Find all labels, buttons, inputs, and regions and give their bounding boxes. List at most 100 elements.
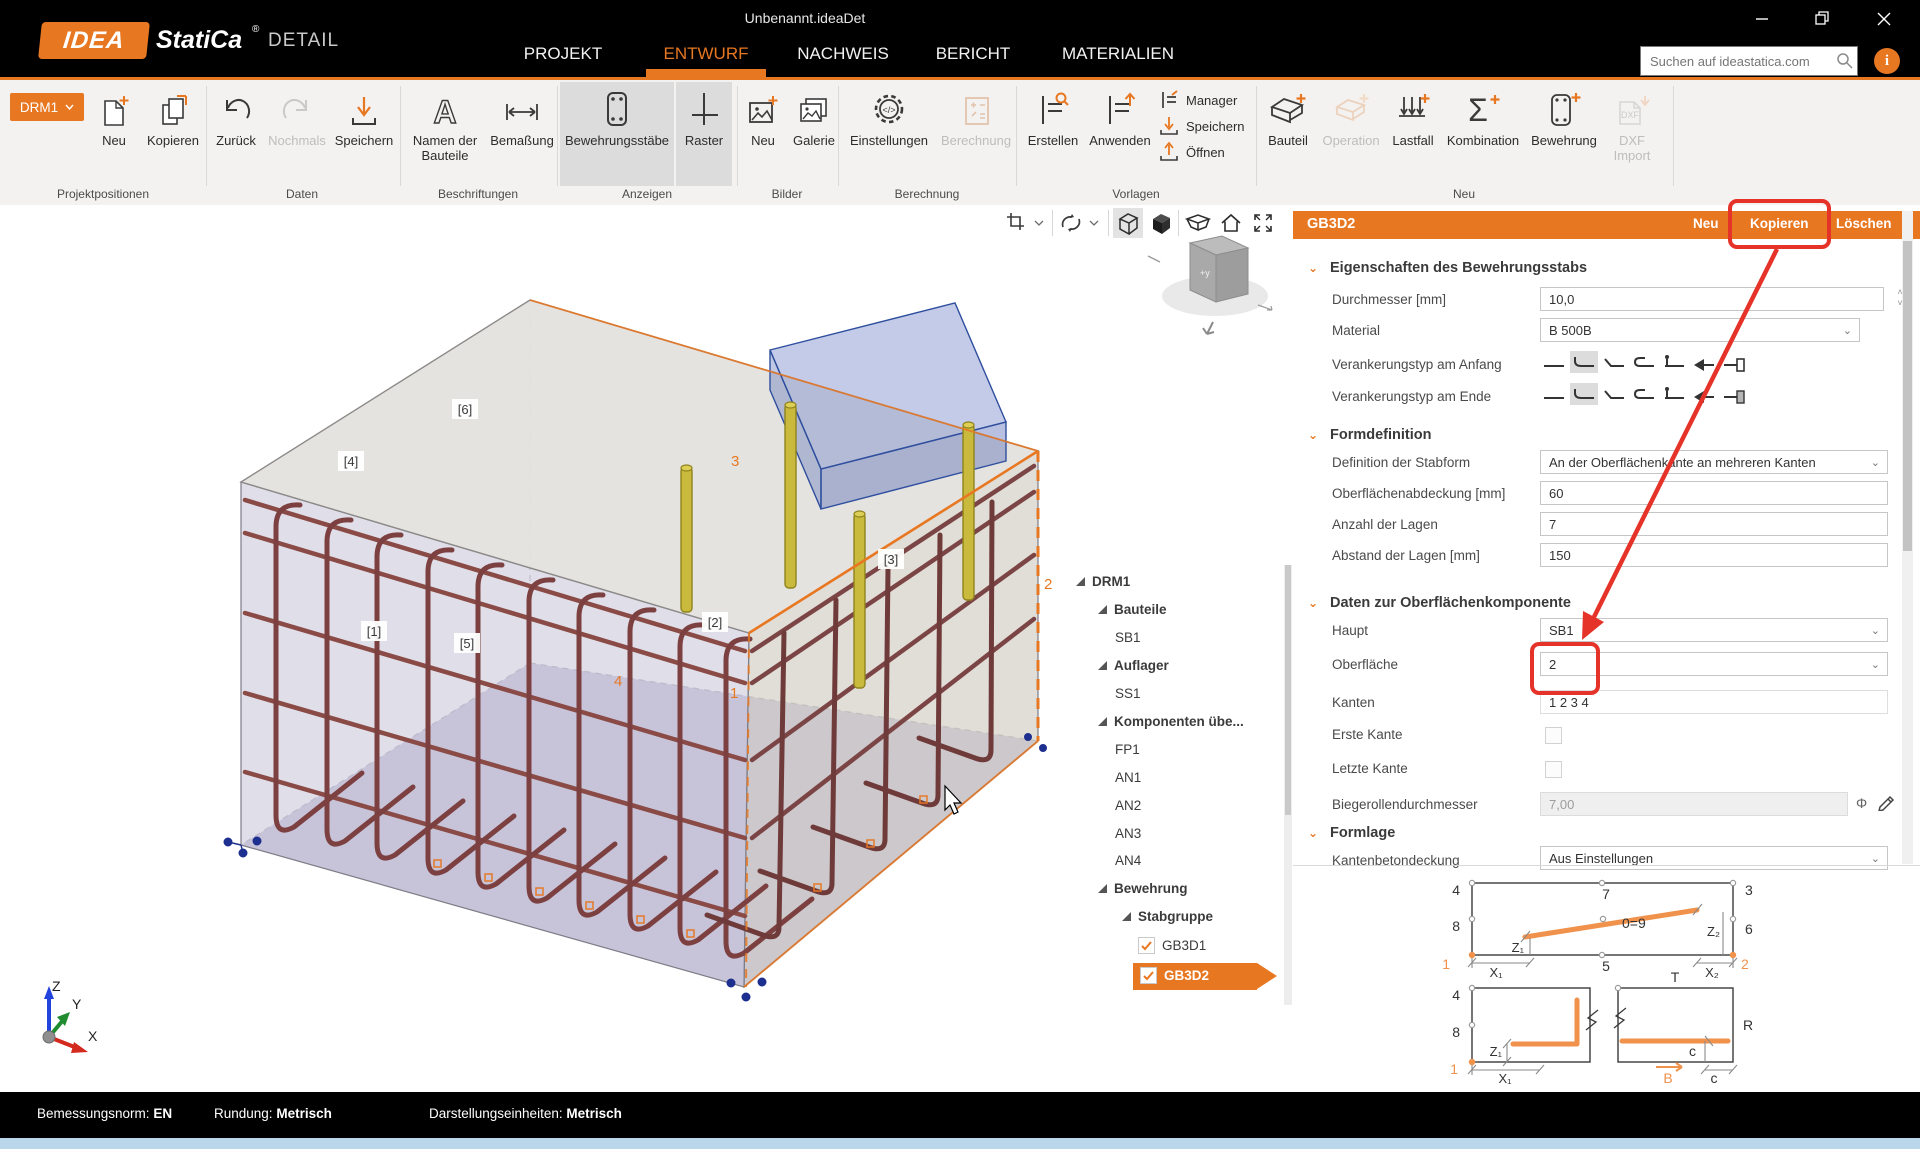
checkbox-checked[interactable]	[1138, 937, 1155, 954]
anchor-plate-icon[interactable]	[1720, 351, 1748, 373]
abstand-input[interactable]: 150	[1540, 543, 1888, 567]
anzahl-input[interactable]: 7	[1540, 512, 1888, 536]
haupt-select[interactable]: SB1 ⌄	[1540, 618, 1888, 642]
material-select[interactable]: B 500B ⌄	[1540, 318, 1860, 342]
template-open-button[interactable]: Öffnen	[1158, 140, 1225, 164]
settings-button[interactable]: </> Einstellungen	[844, 84, 934, 180]
expander-icon[interactable]	[1076, 577, 1085, 586]
calculation-button[interactable]: Berechnung	[938, 84, 1014, 180]
gallery-button[interactable]: Galerie	[786, 84, 842, 180]
copy-position-button[interactable]: Kopieren	[140, 84, 206, 180]
project-position-selector[interactable]: DRM1	[10, 93, 84, 121]
erste-kante-checkbox[interactable]	[1545, 727, 1562, 744]
expander-icon[interactable]	[1098, 661, 1107, 670]
kanten-value[interactable]: 1 2 3 4	[1540, 690, 1888, 714]
viewport-3d[interactable]: 3 2 4 1 [6] [4] [3] [1] [5] [2] +y Z Y X…	[0, 205, 1294, 1092]
minimize-button[interactable]	[1742, 6, 1782, 32]
tab-nachweis[interactable]: NACHWEIS	[797, 38, 889, 70]
tree-item-gb3d1[interactable]: GB3D1	[1138, 937, 1206, 954]
dimension-button[interactable]: Bemaßung	[488, 84, 556, 180]
tree-item-an1[interactable]: AN1	[1115, 770, 1141, 785]
new-position-button[interactable]: Neu	[88, 84, 140, 180]
tree-scrollbar[interactable]	[1284, 565, 1292, 1005]
anchor-foot-icon[interactable]	[1660, 383, 1688, 405]
anchor-hook-up-icon[interactable]	[1570, 351, 1598, 373]
tree-item-bauteile[interactable]: Bauteile	[1098, 602, 1167, 617]
navigation-cube[interactable]: +y	[1147, 235, 1273, 335]
abdeckung-input[interactable]: 60	[1540, 481, 1888, 505]
tree-item-an3[interactable]: AN3	[1115, 826, 1141, 841]
anchor-hook-180-icon[interactable]	[1630, 351, 1658, 373]
search-input[interactable]	[1641, 52, 1833, 70]
tree-item-auflager[interactable]: Auflager	[1098, 658, 1169, 673]
expander-icon[interactable]	[1098, 605, 1107, 614]
panel-scrollbar-thumb[interactable]	[1903, 241, 1912, 551]
new-combination-button[interactable]: Σ Kombination	[1442, 84, 1524, 180]
tab-bericht[interactable]: BERICHT	[936, 38, 1011, 70]
anchor-hook-180-icon[interactable]	[1630, 383, 1658, 405]
anchor-straight-icon[interactable]	[1540, 351, 1568, 373]
new-operation-button[interactable]: Operation	[1318, 84, 1384, 180]
tree-scrollbar-thumb[interactable]	[1285, 565, 1291, 815]
tree-item-fp1[interactable]: FP1	[1115, 742, 1140, 757]
new-member-button[interactable]: Bauteil	[1260, 84, 1316, 180]
tab-projekt[interactable]: PROJEKT	[524, 38, 602, 70]
new-image-button[interactable]: Neu	[740, 84, 786, 180]
checkbox-checked[interactable]	[1140, 967, 1157, 984]
info-button[interactable]: i	[1874, 48, 1900, 74]
panel-new-button[interactable]: Neu	[1693, 216, 1719, 231]
anchor-welded-icon[interactable]	[1690, 351, 1718, 373]
svg-text:c: c	[1689, 1043, 1696, 1059]
anchor-hook-45-icon[interactable]	[1600, 351, 1628, 373]
tree-item-sb1[interactable]: SB1	[1115, 630, 1141, 645]
tree-item-stabgruppe[interactable]: Stabgruppe	[1122, 909, 1213, 924]
oberflaeche-select[interactable]: 2 ⌄	[1540, 652, 1888, 676]
panel-copy-button[interactable]: Kopieren	[1750, 216, 1809, 231]
redo-button[interactable]: Nochmals	[262, 84, 332, 180]
close-button[interactable]	[1864, 6, 1904, 32]
tree-item-ss1[interactable]: SS1	[1115, 686, 1141, 701]
kantenbeton-select[interactable]: Aus Einstellungen ⌄	[1540, 846, 1888, 870]
section-formdefinition[interactable]: ⌄ Formdefinition	[1308, 427, 1432, 443]
new-reinforcement-button[interactable]: Bewehrung	[1526, 84, 1602, 180]
tree-item-an2[interactable]: AN2	[1115, 798, 1141, 813]
expander-icon[interactable]	[1098, 717, 1107, 726]
section-oberflaechenkomponente[interactable]: ⌄ Daten zur Oberflächenkomponente	[1308, 595, 1571, 611]
section-eigenschaften[interactable]: ⌄ Eigenschaften des Bewehrungsstabs	[1308, 260, 1587, 276]
show-rebar-toggle[interactable]: Bewehrungsstäbe	[560, 82, 674, 186]
tree-item-gb3d2[interactable]: GB3D2	[1140, 967, 1209, 984]
member-names-button[interactable]: A Namen der Bauteile	[404, 84, 486, 180]
anchor-welded-icon[interactable]	[1690, 383, 1718, 405]
template-save-button[interactable]: Speichern	[1158, 114, 1245, 138]
anchor-hook-up-icon[interactable]	[1570, 383, 1598, 405]
tab-entwurf[interactable]: ENTWURF	[664, 38, 749, 70]
stabform-select[interactable]: An der Oberflächenkante an mehreren Kant…	[1540, 450, 1888, 474]
search-box[interactable]	[1640, 46, 1858, 76]
maximize-button[interactable]	[1802, 6, 1842, 32]
tree-item-drm1[interactable]: DRM1	[1076, 574, 1130, 589]
tree-item-bewehrung[interactable]: Bewehrung	[1098, 881, 1188, 896]
anchor-foot-icon[interactable]	[1660, 351, 1688, 373]
dxf-import-button[interactable]: DXF DXF Import	[1604, 84, 1660, 180]
anchor-hook-45-icon[interactable]	[1600, 383, 1628, 405]
letzte-kante-checkbox[interactable]	[1545, 761, 1562, 778]
save-button[interactable]: Speichern	[332, 84, 396, 180]
template-create-button[interactable]: Erstellen	[1022, 84, 1084, 180]
tree-item-an4[interactable]: AN4	[1115, 853, 1141, 868]
tab-materialien[interactable]: MATERIALIEN	[1062, 38, 1174, 70]
durchmesser-input[interactable]: 10,0	[1540, 287, 1884, 311]
expander-icon[interactable]	[1122, 912, 1131, 921]
new-loadcase-button[interactable]: Lastfall	[1386, 84, 1440, 180]
ribbon-separator	[400, 86, 401, 186]
template-apply-button[interactable]: Anwenden	[1086, 84, 1154, 180]
edit-pencil-button[interactable]	[1876, 791, 1896, 811]
template-manager-button[interactable]: Manager	[1158, 88, 1237, 112]
tree-item-komponenten[interactable]: Komponenten übe...	[1098, 714, 1244, 729]
undo-button[interactable]: Zurück	[210, 84, 262, 180]
panel-delete-button[interactable]: Löschen	[1836, 216, 1892, 231]
expander-icon[interactable]	[1098, 884, 1107, 893]
anchor-straight-icon[interactable]	[1540, 383, 1568, 405]
show-grid-toggle[interactable]: Raster	[676, 82, 732, 186]
anchor-plate-filled-icon[interactable]	[1720, 383, 1748, 405]
section-formlage[interactable]: ⌄ Formlage	[1308, 825, 1395, 841]
